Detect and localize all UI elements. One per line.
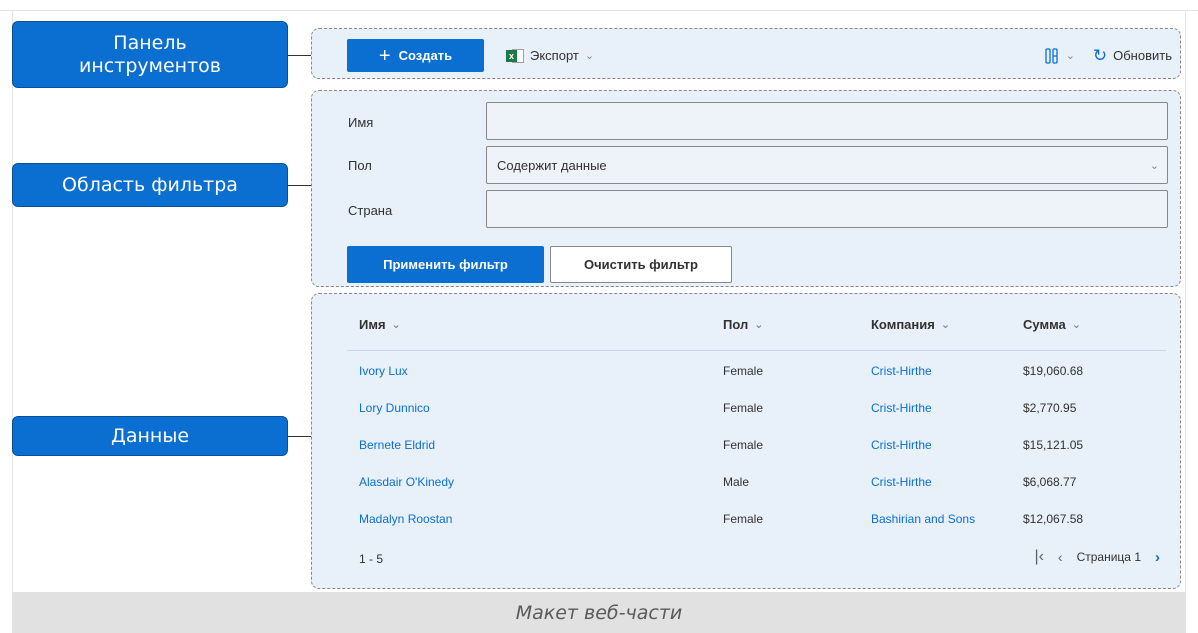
callout-data-label: Данные [110,424,190,447]
row-company-link[interactable]: Crist-Hirthe [871,364,932,378]
next-page-icon[interactable]: › [1155,549,1160,566]
chevron-down-icon: ⌄ [1071,319,1081,331]
column-header-label: Компания [871,317,935,332]
frame-right-rule [1185,10,1186,592]
column-header-name[interactable]: Имя ⌄ [359,317,401,332]
row-sum: $15,121.05 [1023,438,1084,452]
row-sum: $6,068.77 [1023,475,1077,489]
frame-left-rule [12,10,13,592]
grid-header: Имя ⌄ Пол ⌄ Компания ⌄ Сумма ⌄ [347,294,1166,351]
row-sex: Male [723,475,750,489]
table-row[interactable]: Alasdair O'Kinedy Male Crist-Hirthe $6,0… [347,463,1166,500]
row-name-link[interactable]: Bernete Eldrid [359,438,435,452]
table-row[interactable]: Madalyn Roostan Female Bashirian and Son… [347,500,1166,537]
row-sex: Female [723,512,764,526]
table-row[interactable]: Bernete Eldrid Female Crist-Hirthe $15,1… [347,426,1166,463]
name-filter-label: Имя [348,115,374,130]
apply-filter-button[interactable]: Применить фильтр [347,246,544,283]
prev-page-icon[interactable]: ‹ [1058,549,1063,565]
figure-caption: Макет веб-части [12,592,1186,633]
callout-data-leader [288,436,312,437]
callout-toolbar-label: Панель инструментов [79,31,221,77]
callout-filter: Область фильтра [12,163,288,207]
callout-toolbar-leader [288,55,312,56]
refresh-button-label: Обновить [1113,48,1172,63]
chevron-down-icon: ⌄ [1065,50,1075,62]
row-company-link[interactable]: Bashirian and Sons [871,512,975,526]
frame-top-rule [0,10,1198,11]
row-sex: Female [723,401,764,415]
row-name-link[interactable]: Ivory Lux [359,364,408,378]
page-label: Страница 1 [1076,550,1141,564]
pager: |‹ ‹ Страница 1 › [1034,548,1160,566]
pager-range: 1 - 5 [359,552,384,566]
column-settings-button[interactable]: ⌄ [1044,39,1075,72]
callout-filter-label: Область фильтра [62,173,238,196]
sex-filter-dropdown[interactable]: Содержит данные ⌄ [486,146,1168,184]
apply-filter-label: Применить фильтр [383,257,508,272]
row-name-link[interactable]: Madalyn Roostan [359,512,452,526]
row-company-link[interactable]: Crist-Hirthe [871,475,932,489]
chevron-down-icon: ⌄ [1149,159,1159,172]
chevron-down-icon: ⌄ [391,319,401,331]
first-page-icon[interactable]: |‹ [1034,548,1043,566]
figure-caption-text: Макет веб-части [515,601,683,624]
chevron-down-icon: ⌄ [754,319,764,331]
row-company-link[interactable]: Crist-Hirthe [871,401,932,415]
row-name-link[interactable]: Lory Dunnico [359,401,430,415]
row-sum: $19,060.68 [1023,364,1084,378]
sex-filter-value: Содержит данные [497,157,607,173]
table-row[interactable]: Ivory Lux Female Crist-Hirthe $19,060.68 [347,352,1166,389]
callout-filter-leader [288,185,312,186]
column-header-label: Сумма [1023,317,1066,332]
row-sum: $12,067.58 [1023,512,1084,526]
row-sex: Female [723,364,764,378]
column-header-label: Пол [723,317,749,332]
chevron-down-icon: ⌄ [584,50,595,62]
country-filter-label: Страна [348,203,393,218]
data-region: Имя ⌄ Пол ⌄ Компания ⌄ Сумма ⌄ Ivory Lux… [311,293,1181,589]
column-header-company[interactable]: Компания ⌄ [871,317,950,332]
refresh-icon: ↻ [1092,46,1108,65]
callout-data: Данные [12,416,288,456]
plus-icon: + [378,44,391,67]
country-filter-input[interactable] [486,190,1168,228]
column-header-sum[interactable]: Сумма ⌄ [1023,317,1081,332]
create-button-label: Создать [398,48,453,63]
export-button-label: Экспорт [530,48,579,63]
column-header-label: Имя [359,317,386,332]
callout-toolbar: Панель инструментов [12,21,288,88]
column-settings-icon [1045,47,1058,64]
create-button[interactable]: + Создать [347,39,484,72]
chevron-down-icon: ⌄ [940,319,951,331]
toolbar-region: + Создать x Экспорт ⌄ ⌄ ↻ Обновить [311,28,1181,79]
row-sum: $2,770.95 [1023,401,1077,415]
table-row[interactable]: Lory Dunnico Female Crist-Hirthe $2,770.… [347,389,1166,426]
clear-filter-label: Очистить фильтр [584,257,698,272]
row-sex: Female [723,438,764,452]
filter-region: Имя Пол Содержит данные ⌄ Страна Примени… [311,90,1181,287]
sex-filter-label: Пол [348,158,372,173]
refresh-button[interactable]: ↻ Обновить [1093,39,1172,72]
row-company-link[interactable]: Crist-Hirthe [871,438,932,452]
column-header-sex[interactable]: Пол ⌄ [723,317,763,332]
export-button[interactable]: x Экспорт ⌄ [506,39,594,72]
name-filter-input[interactable] [486,102,1168,140]
excel-icon: x [506,48,524,64]
row-name-link[interactable]: Alasdair O'Kinedy [359,475,454,489]
clear-filter-button[interactable]: Очистить фильтр [550,246,732,283]
